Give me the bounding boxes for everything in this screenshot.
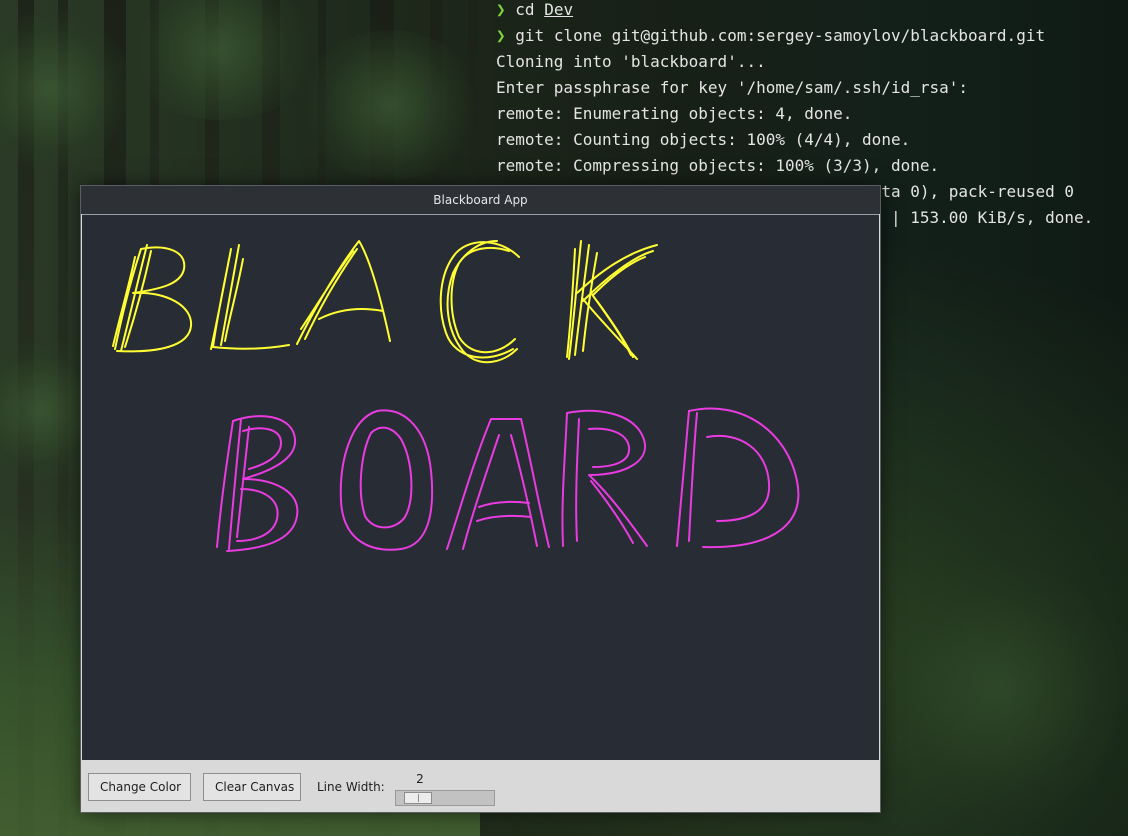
clear-canvas-button[interactable]: Clear Canvas [203,773,301,801]
change-color-button[interactable]: Change Color [88,773,191,801]
line-width-slider[interactable] [395,790,495,806]
toolbar: Change Color Clear Canvas Line Width: 2 [81,761,880,812]
slider-thumb[interactable] [404,792,432,804]
line-width-value: 2 [416,772,424,786]
line-width-label: Line Width: [317,780,385,794]
stroke-group-board [216,407,800,552]
drawing-canvas[interactable] [82,214,879,760]
blackboard-app-window: Blackboard App Change Color Clear Canvas… [80,185,881,813]
stroke-group-black [112,240,658,364]
